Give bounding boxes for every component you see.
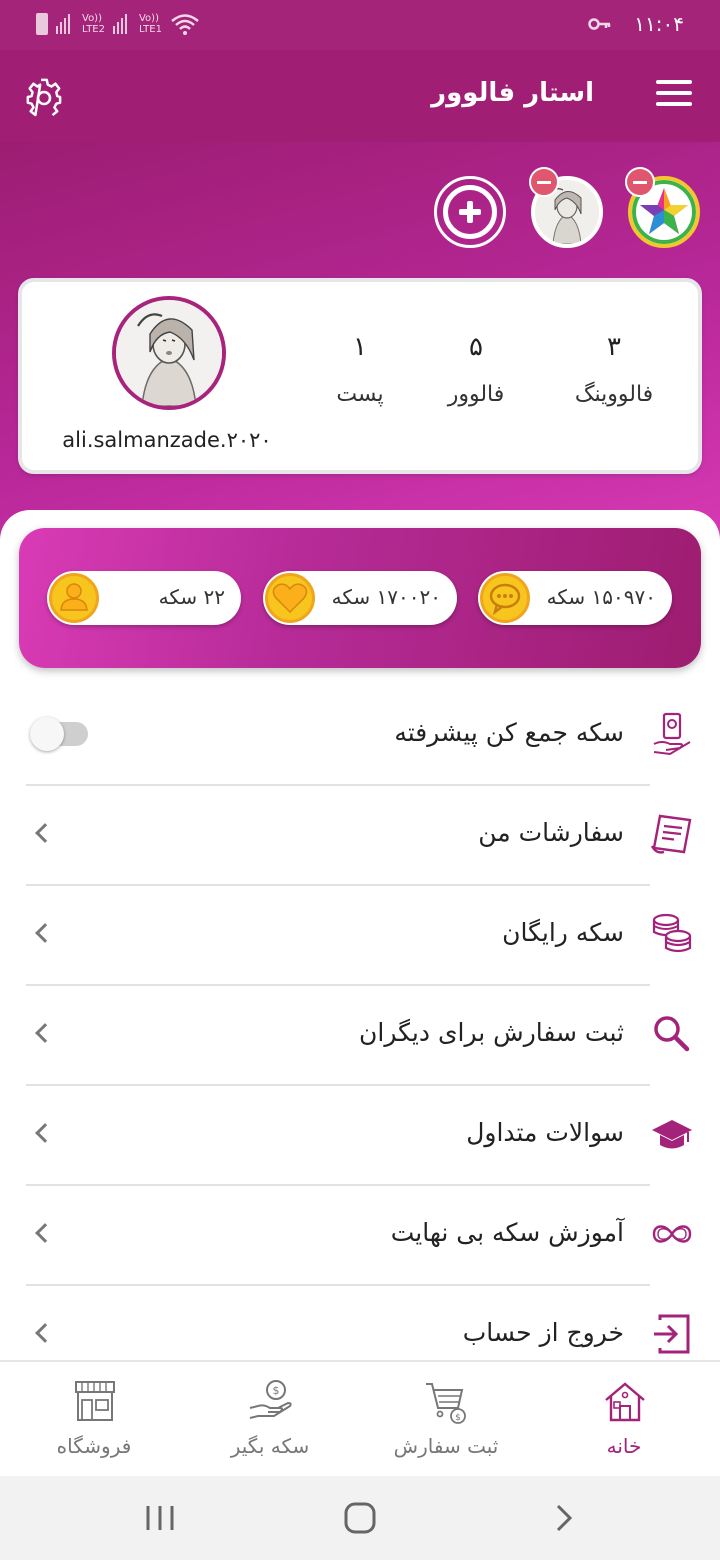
gear-icon[interactable] <box>24 78 64 118</box>
graduation-cap-icon <box>652 1120 692 1149</box>
chevron-left-icon <box>35 1223 55 1243</box>
username: ali.salmanzade.۲۰۲۰ <box>62 428 272 452</box>
cart-icon: $ <box>426 1383 466 1424</box>
add-account-button[interactable] <box>434 176 506 248</box>
sim-indicator: Vo)) LTE2 <box>82 13 105 35</box>
search-icon <box>654 1016 690 1052</box>
nav-get-coins[interactable]: $ سکه بگیر <box>180 1362 360 1478</box>
chevron-left-icon <box>35 1023 55 1043</box>
clock: ۱۱:۰۴ <box>634 12 684 36</box>
profile-card: ali.salmanzade.۲۰۲۰ ۳ فالووینگ ۵ فالوور … <box>18 278 702 474</box>
avatar <box>112 296 226 410</box>
stat-label: فالووینگ <box>574 382 654 407</box>
menu-item-label: سکه رایگان <box>502 918 624 947</box>
nav-label: ثبت سفارش <box>393 1434 499 1458</box>
chevron-left-icon <box>35 1123 55 1143</box>
battery-icon <box>36 13 48 35</box>
coin-pill-comments[interactable]: ۱۵۰۹۷۰ سکه <box>478 571 672 625</box>
follower-coin-icon <box>49 573 99 623</box>
menu-item-my-orders[interactable]: سفارشات من <box>26 786 692 886</box>
logout-icon <box>654 1314 690 1354</box>
remove-account-icon[interactable] <box>625 167 655 197</box>
remove-account-icon[interactable] <box>529 167 559 197</box>
stat-value: ۵ <box>469 332 483 362</box>
home-button-icon[interactable] <box>340 1500 380 1536</box>
stat-value: ۳ <box>607 332 621 362</box>
infinity-icon <box>652 1225 692 1243</box>
coin-count: ۱۵۰۹۷۰ سکه <box>546 585 656 609</box>
nav-label: خانه <box>606 1434 642 1458</box>
menu-item-label: خروج از حساب <box>462 1318 624 1347</box>
stat-following[interactable]: ۳ فالووینگ <box>549 332 679 407</box>
nav-label: سکه بگیر <box>230 1434 310 1458</box>
nav-store[interactable]: فروشگاه <box>4 1362 184 1478</box>
app-bar: استار فالوور <box>0 50 720 142</box>
menu-item-label: سفارشات من <box>478 818 624 847</box>
menu-item-free-coins[interactable]: سکه رایگان <box>26 886 692 986</box>
menu-item-order-for-others[interactable]: ثبت سفارش برای دیگران <box>26 986 690 1086</box>
svg-text:$: $ <box>455 1413 461 1423</box>
coin-pill-followers[interactable]: ۲۲ سکه <box>47 571 241 625</box>
app-title: استار فالوور <box>431 78 594 108</box>
coins-card: ۱۵۰۹۷۰ سکه ۱۷۰۰۲۰ سکه ۲۲ سکه <box>19 528 701 668</box>
bottom-nav: خانه $ ثبت سفارش $ سکه بگیر فروشگاه <box>0 1360 720 1476</box>
store-icon <box>75 1381 115 1421</box>
nav-place-order[interactable]: $ ثبت سفارش <box>356 1362 536 1478</box>
menu-item-label: سوالات متداول <box>466 1118 624 1147</box>
menu-item-infinite-coin-tutorial[interactable]: آموزش سکه بی نهایت <box>26 1186 692 1286</box>
recent-apps-icon[interactable] <box>140 1500 180 1536</box>
status-bar: Vo)) LTE2 Vo)) LTE1 ۱۱:۰۴ <box>0 0 720 50</box>
menu-item-label: ثبت سفارش برای دیگران <box>359 1018 624 1047</box>
menu-item-logout[interactable]: خروج از حساب <box>26 1286 690 1360</box>
signal-bars-icon <box>112 14 131 34</box>
system-nav-bar <box>0 1476 720 1560</box>
coin-count: ۱۷۰۰۲۰ سکه <box>331 585 441 609</box>
menu-item-faq[interactable]: سوالات متداول <box>26 1086 692 1186</box>
back-icon[interactable] <box>544 1500 584 1536</box>
comment-coin-icon <box>480 573 530 623</box>
wifi-icon <box>171 14 199 35</box>
coin-pill-likes[interactable]: ۱۷۰۰۲۰ سکه <box>263 571 457 625</box>
vpn-key-icon <box>588 18 611 30</box>
stat-label: فالوور <box>447 382 505 407</box>
svg-text:$: $ <box>273 1384 280 1397</box>
signal-bars-icon <box>56 14 74 34</box>
sim-indicator: Vo)) LTE1 <box>138 13 162 35</box>
stat-label: پست <box>336 382 384 407</box>
menu-item-advanced-collector[interactable]: سکه جمع کن پیشرفته <box>26 686 691 786</box>
toggle-knob <box>30 717 64 751</box>
stat-posts[interactable]: ۱ پست <box>295 332 425 407</box>
stat-value: ۱ <box>353 332 367 362</box>
heart-coin-icon <box>265 573 315 623</box>
hamburger-menu-icon[interactable] <box>656 80 692 112</box>
menu-item-label: سکه جمع کن پیشرفته <box>394 718 624 747</box>
nav-home[interactable]: خانه <box>534 1362 714 1478</box>
chevron-left-icon <box>35 923 55 943</box>
menu-item-label: آموزش سکه بی نهایت <box>390 1218 624 1247</box>
plus-circle-icon <box>443 185 497 239</box>
coin-count: ۲۲ سکه <box>158 585 225 609</box>
coin-hand-icon: $ <box>249 1380 292 1419</box>
status-left: Vo)) LTE2 Vo)) LTE1 <box>36 12 200 36</box>
orders-list-icon <box>650 814 692 854</box>
coin-stack-icon <box>652 913 692 953</box>
auto-collect-icon <box>653 712 691 756</box>
home-icon <box>605 1382 645 1422</box>
nav-label: فروشگاه <box>56 1434 132 1458</box>
chevron-left-icon <box>35 1323 55 1343</box>
stat-followers[interactable]: ۵ فالوور <box>411 332 541 407</box>
status-right: ۱۱:۰۴ <box>588 12 684 36</box>
advanced-collector-toggle[interactable] <box>30 717 88 751</box>
chevron-left-icon <box>35 823 55 843</box>
